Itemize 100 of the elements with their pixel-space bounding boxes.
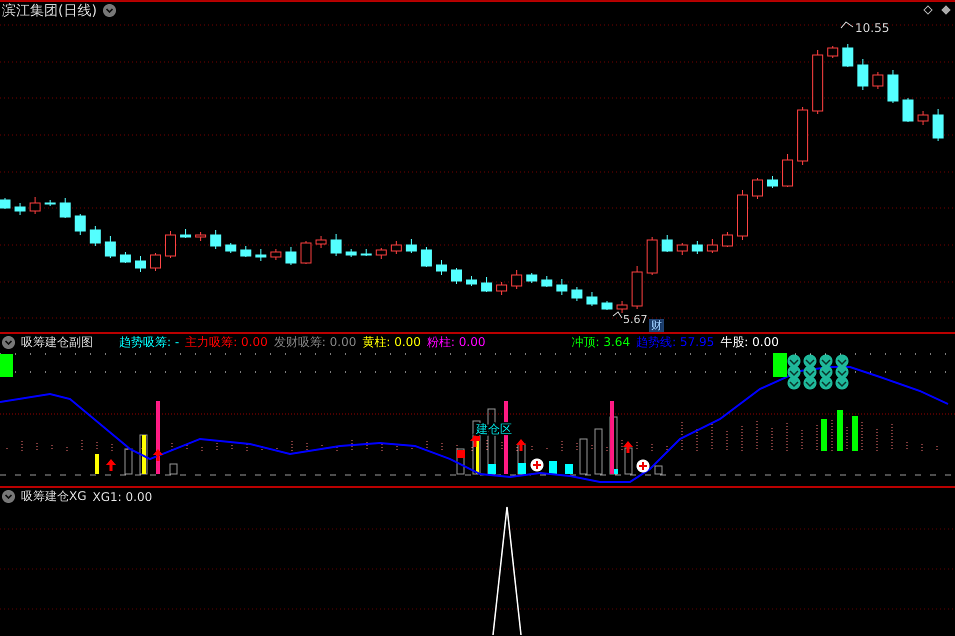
price-label: 10.55 [855,21,890,35]
indicator-reading: 牛股: 0.00 [720,334,779,351]
arrow-up-icon [106,458,116,471]
filled-bar [518,462,526,474]
dropdown-icon[interactable] [2,490,15,504]
filled-bar [565,464,573,474]
candlestick [240,246,252,258]
candlestick [270,248,282,260]
candlestick [420,246,432,268]
candlestick [706,238,718,254]
candlestick [556,278,568,296]
arrow-up-icon [516,438,526,451]
candlestick [676,242,688,256]
candlestick [541,276,552,288]
hollow-bar [580,438,588,474]
candlestick [797,106,808,166]
hollow-bar [456,448,464,474]
candlestick [451,268,462,284]
indicator-reading: 发财吸筹: 0.00 [274,334,356,351]
candlestick [150,252,161,272]
candlestick [0,198,10,210]
hollow-bar [140,434,148,474]
candlestick [857,58,868,90]
candlestick [390,240,402,254]
candlestick [330,234,342,256]
chevron-coin-icon [836,365,848,378]
indicator-reading: 主力吸筹: 0.00 [185,334,268,351]
news-badge[interactable]: 财 [649,319,664,333]
candlestick [376,248,387,260]
candlestick [134,256,146,272]
candlestick [165,230,176,258]
candlestick [736,190,748,240]
candlestick [180,228,192,238]
hollow-bar [170,463,178,474]
price-label: 5.67 [623,313,648,326]
candlestick [120,252,131,264]
filled-bar [837,410,843,451]
candlestick [406,238,417,254]
leader-line [612,311,622,318]
candlestick [767,176,778,188]
candlestick [30,196,41,214]
arrow-up-icon [623,440,633,453]
candlestick [782,154,794,188]
candlestick [300,240,312,264]
chevron-coin-icon [788,365,800,378]
chevron-coin-icon [804,365,816,378]
signal-block-icon [0,354,13,377]
candlestick [481,276,492,292]
chevron-coin-icon [804,376,816,390]
candlestick [90,226,101,246]
dropdown-icon[interactable] [102,4,116,17]
candlestick [466,276,478,286]
candlestick [60,198,71,218]
filled-bar [488,464,496,474]
candlestick [496,282,508,296]
candlestick [662,234,673,252]
hollow-bar [624,447,632,474]
candlestick [195,232,206,242]
stock-title: 滨江集团(日线) [2,2,97,20]
hollow-bar [518,443,526,474]
candlestick [571,286,582,302]
candlestick [436,260,447,276]
filled-bar [852,416,858,451]
chevron-coin-icon [836,354,848,368]
filled-bar [95,454,99,474]
dropdown-icon[interactable] [2,336,15,349]
arrow-up-icon [153,448,163,461]
candlestick [872,72,884,90]
candlestick [692,240,703,254]
hollow-bar [594,428,602,474]
signal-block-icon [773,352,787,377]
candlestick [360,248,372,256]
leader-line [840,21,854,28]
chevron-coin-icon [820,354,832,368]
filled-bar [821,418,827,451]
indicator-reading: 粉柱: 0.00 [426,334,486,351]
candlestick [14,202,26,216]
candlestick [812,50,824,114]
candlestick [918,110,929,126]
panel-title: 吸筹建仓XG [21,488,87,506]
candlestick [902,98,914,122]
candlestick [74,214,86,236]
chevron-coin-icon [820,365,832,378]
candlestick [210,230,222,250]
candlestick [586,292,598,306]
hollow-bar [124,448,132,474]
filled-bar [476,438,479,474]
hollow-bar [654,465,662,474]
indicator-reading: 冲顶: 3.64 [572,334,630,351]
candlestick [646,236,658,276]
filled-bar [142,434,146,474]
candlestick [616,300,628,314]
hollow-bar [610,416,618,474]
candlestick [842,44,854,68]
signal-reading: XG1: 0.00 [92,490,152,504]
chevron-coin-icon [820,376,832,390]
indicator-reading: 趋势吸筹: - [119,334,180,351]
filled-bar [549,460,557,474]
chevron-coin-icon [788,376,800,390]
candlestick [602,300,612,310]
